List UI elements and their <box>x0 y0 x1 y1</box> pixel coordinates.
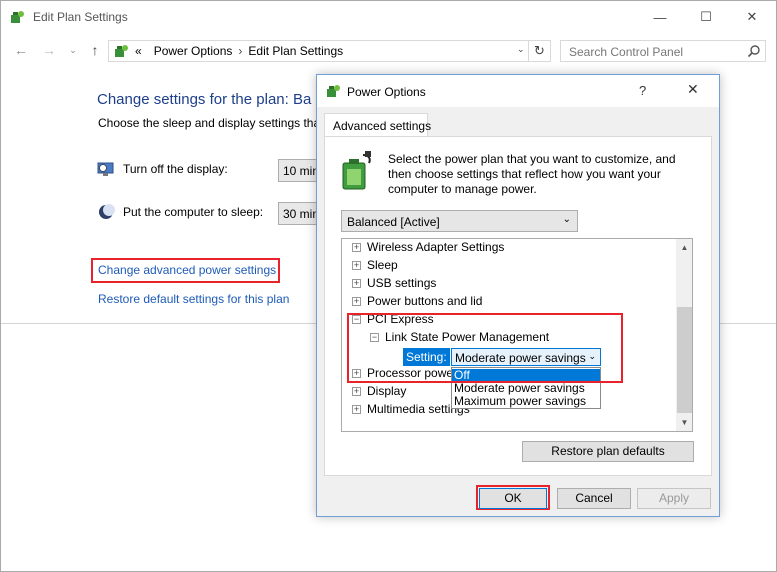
refresh-button[interactable]: ↻ <box>529 40 551 62</box>
change-advanced-power-settings-link[interactable]: Change advanced power settings <box>98 263 276 277</box>
restore-plan-defaults-button[interactable]: Restore plan defaults <box>522 441 694 462</box>
ok-button[interactable]: OK <box>479 488 547 509</box>
breadcrumb: « Power Options › Edit Plan Settings <box>135 44 343 58</box>
address-bar[interactable]: « Power Options › Edit Plan Settings ⌄ <box>108 40 529 62</box>
expand-icon[interactable]: + <box>352 242 361 252</box>
window-title: Edit Plan Settings <box>33 10 128 24</box>
display-label: Turn off the display: <box>123 162 228 176</box>
maximize-button[interactable]: ☐ <box>683 1 729 33</box>
control-panel-icon <box>115 45 128 57</box>
tree-item-label: Power buttons and lid <box>367 294 483 308</box>
moon-icon <box>99 204 115 219</box>
divider <box>1 323 319 324</box>
power-options-dialog: Power Options ? ✕ Advanced settings Sele… <box>316 74 720 517</box>
sleep-label: Put the computer to sleep: <box>123 205 264 219</box>
tab-advanced-settings[interactable]: Advanced settings <box>324 113 431 137</box>
highlight-pci-express <box>347 313 623 383</box>
tree-item-sleep[interactable]: + Sleep <box>352 256 398 274</box>
chevron-down-icon: ⌄ <box>562 214 571 225</box>
power-options-icon <box>11 11 24 23</box>
power-options-icon <box>327 85 340 97</box>
breadcrumb-edit-plan-settings[interactable]: Edit Plan Settings <box>248 44 343 58</box>
power-plan-value: Balanced [Active] <box>347 215 440 229</box>
close-button[interactable]: ✕ <box>729 1 775 33</box>
breadcrumb-overflow[interactable]: « <box>135 44 142 58</box>
help-button[interactable]: ? <box>639 83 646 98</box>
recent-locations-button[interactable]: ⌄ <box>63 40 83 60</box>
search-input[interactable]: Search Control Panel <box>560 40 766 62</box>
breadcrumb-separator: › <box>238 44 243 58</box>
scroll-up-icon[interactable]: ▲ <box>676 239 692 256</box>
option-maximum-power-savings[interactable]: Maximum power savings <box>452 395 600 408</box>
up-button[interactable]: ↑ <box>85 40 105 60</box>
power-plan-select[interactable]: Balanced [Active] ⌄ <box>341 210 578 232</box>
forward-button[interactable]: → <box>39 40 59 60</box>
restore-default-settings-link[interactable]: Restore default settings for this plan <box>98 292 289 306</box>
tree-item-display[interactable]: + Display <box>352 382 406 400</box>
page-title: Change settings for the plan: Ba <box>97 91 312 108</box>
scroll-down-icon[interactable]: ▼ <box>676 414 692 431</box>
divider <box>720 323 776 324</box>
tree-scrollbar[interactable]: ▲ ▼ <box>676 239 692 431</box>
cancel-button[interactable]: Cancel <box>557 488 631 509</box>
expand-icon[interactable]: + <box>352 296 361 306</box>
dialog-description: Select the power plan that you want to c… <box>388 152 676 196</box>
search-icon[interactable] <box>747 44 761 58</box>
expand-icon[interactable]: + <box>352 386 361 396</box>
battery-plug-icon <box>342 151 371 190</box>
expand-icon[interactable]: + <box>352 278 361 288</box>
sleep-setting-row: Put the computer to sleep: <box>97 203 263 221</box>
expand-icon[interactable]: + <box>352 404 361 414</box>
tree-item-label: Sleep <box>367 258 398 272</box>
tree-item-label: Wireless Adapter Settings <box>367 240 505 254</box>
page-subtitle: Choose the sleep and display settings th… <box>98 116 324 130</box>
tree-item-label: Display <box>367 384 407 398</box>
apply-button[interactable]: Apply <box>637 488 711 509</box>
dialog-title: Power Options <box>347 85 426 99</box>
tree-item-wireless-adapter-settings[interactable]: + Wireless Adapter Settings <box>352 239 505 256</box>
back-button[interactable]: ← <box>11 40 31 60</box>
dialog-title-bar: Power Options ? ✕ <box>317 75 719 107</box>
search-placeholder: Search Control Panel <box>569 45 684 59</box>
monitor-icon <box>97 162 114 176</box>
tree-item-usb-settings[interactable]: + USB settings <box>352 274 436 292</box>
display-setting-row: Turn off the display: <box>97 160 228 178</box>
tree-item-power-buttons-and-lid[interactable]: + Power buttons and lid <box>352 292 482 310</box>
tree-item-label: USB settings <box>367 276 437 290</box>
navigation-bar: ← → ⌄ ↑ « Power Options › Edit Plan Setting… <box>1 35 776 65</box>
dialog-close-button[interactable]: ✕ <box>687 81 699 98</box>
expand-icon[interactable]: + <box>352 260 361 270</box>
address-dropdown-icon[interactable]: ⌄ <box>517 44 525 55</box>
title-bar: Edit Plan Settings — ☐ ✕ <box>1 1 776 33</box>
breadcrumb-power-options[interactable]: Power Options <box>154 44 233 58</box>
scroll-thumb[interactable] <box>677 307 692 413</box>
minimize-button[interactable]: — <box>637 1 683 33</box>
